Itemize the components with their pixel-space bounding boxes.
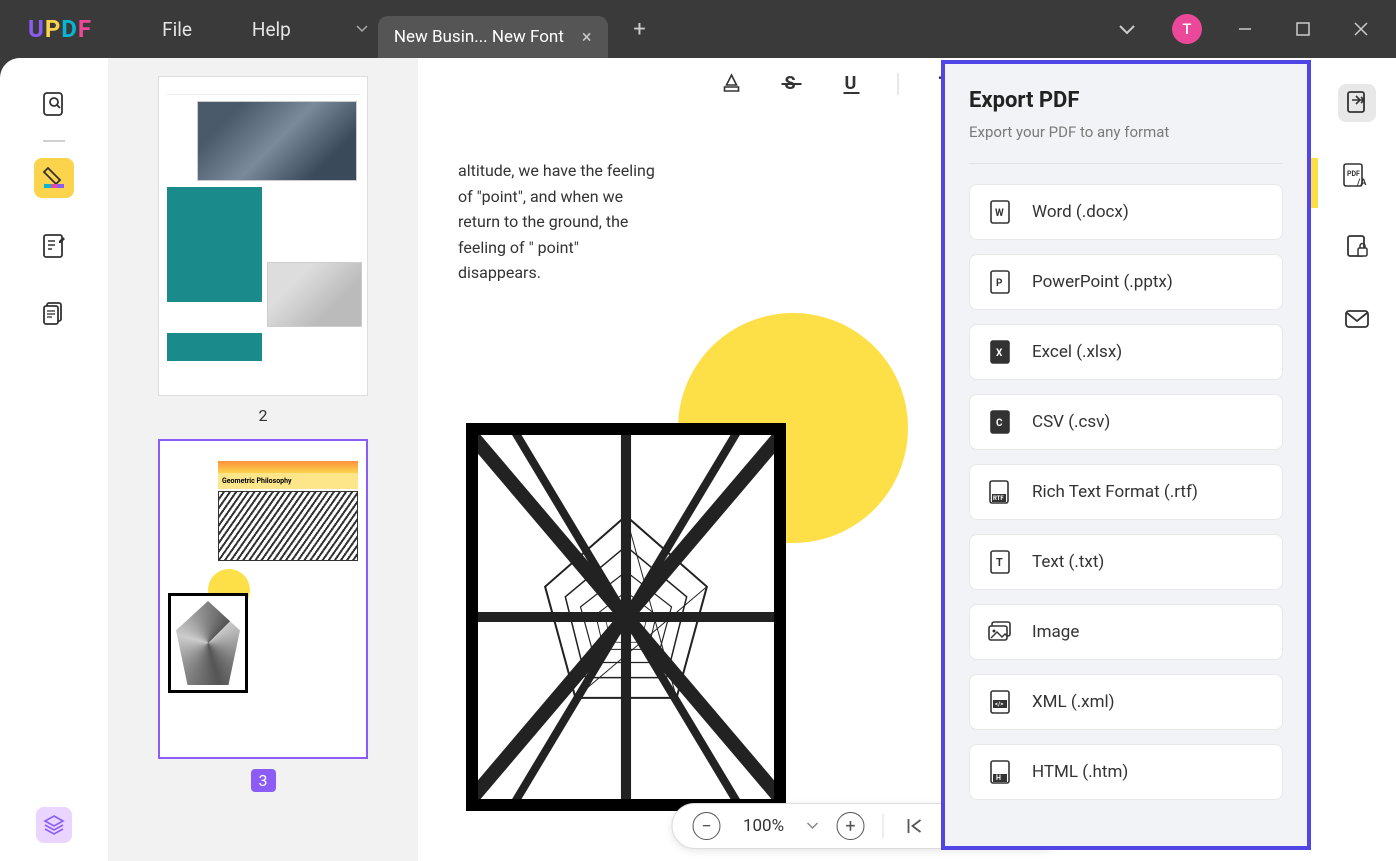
titlebar: UPDF File Help New Busin... New Font × +… [0, 0, 1396, 58]
svg-text:PDF: PDF [1347, 170, 1360, 178]
organize-tool[interactable] [34, 294, 74, 334]
strikethrough-tool-icon[interactable]: S [778, 70, 806, 98]
highlight-tool-icon[interactable] [718, 70, 746, 98]
export-subtitle: Export your PDF to any format [969, 123, 1283, 141]
thumbnail-page-3[interactable]: Geometric Philosophy [158, 439, 368, 759]
svg-text:C: C [996, 418, 1003, 429]
svg-text:</>: </> [995, 701, 1003, 708]
rtf-icon: RTF [988, 480, 1012, 504]
export-powerpoint[interactable]: P PowerPoint (.pptx) [969, 254, 1283, 310]
geometric-image [466, 423, 786, 811]
excel-icon: X [988, 340, 1012, 364]
left-toolbar [0, 58, 108, 861]
maximize-button[interactable] [1296, 22, 1318, 36]
powerpoint-icon: P [988, 270, 1012, 294]
tool-divider [43, 140, 65, 142]
tab-list-dropdown[interactable] [346, 9, 378, 49]
svg-text:/A: /A [1356, 178, 1367, 187]
svg-text:P: P [996, 278, 1003, 289]
export-button[interactable] [1338, 84, 1376, 122]
svg-text:H: H [996, 774, 1001, 782]
zoom-out-button[interactable]: − [693, 812, 721, 840]
export-csv[interactable]: C CSV (.csv) [969, 394, 1283, 450]
svg-text:W: W [995, 208, 1004, 219]
underline-tool-icon[interactable]: U [838, 70, 866, 98]
svg-text:T: T [996, 556, 1003, 569]
right-toolbar: PDF/A [1318, 58, 1396, 861]
export-image[interactable]: Image [969, 604, 1283, 660]
reader-tool[interactable] [34, 84, 74, 124]
thumbnail-number-selected: 3 [251, 769, 276, 792]
menu-help[interactable]: Help [252, 18, 291, 41]
export-format-list: W Word (.docx) P PowerPoint (.pptx) X Ex… [969, 184, 1283, 800]
export-word[interactable]: W Word (.docx) [969, 184, 1283, 240]
zoom-dropdown-icon[interactable] [807, 822, 819, 830]
close-button[interactable] [1354, 22, 1376, 36]
first-page-button[interactable] [902, 812, 930, 840]
tab-add-button[interactable]: + [622, 11, 658, 47]
toolbar-separator [898, 73, 899, 95]
export-xml[interactable]: </> XML (.xml) [969, 674, 1283, 730]
tab-close-button[interactable]: × [582, 27, 592, 48]
tab-active[interactable]: New Busin... New Font × [378, 16, 608, 58]
tab-title: New Busin... New Font [394, 27, 564, 47]
export-rtf[interactable]: RTF Rich Text Format (.rtf) [969, 464, 1283, 520]
zoom-percent[interactable]: 100% [739, 816, 789, 836]
thumbnail-page-2[interactable] [158, 76, 368, 396]
share-button[interactable] [1338, 300, 1376, 338]
minimize-button[interactable] [1238, 22, 1260, 36]
export-html[interactable]: H HTML (.htm) [969, 744, 1283, 800]
user-avatar[interactable]: T [1172, 14, 1202, 44]
tab-bar: New Busin... New Font × + [346, 0, 658, 58]
word-icon: W [988, 200, 1012, 224]
zoom-in-button[interactable]: + [837, 812, 865, 840]
html-icon: H [988, 760, 1012, 784]
svg-text:X: X [996, 348, 1003, 359]
text-icon: T [988, 550, 1012, 574]
export-excel[interactable]: X Excel (.xlsx) [969, 324, 1283, 380]
svg-text:RTF: RTF [993, 495, 1004, 502]
comment-tool[interactable] [34, 158, 74, 198]
app-logo: UPDF [28, 15, 92, 43]
svg-text:U: U [845, 73, 857, 94]
window-controls: T [1118, 14, 1376, 44]
document-body-text: altitude, we have the feeling of "point"… [458, 158, 658, 286]
main-menu: File Help [162, 18, 291, 41]
export-txt[interactable]: T Text (.txt) [969, 534, 1283, 590]
export-panel: Export PDF Export your PDF to any format… [941, 60, 1311, 850]
xml-icon: </> [988, 690, 1012, 714]
csv-icon: C [988, 410, 1012, 434]
menu-file[interactable]: File [162, 18, 192, 41]
edit-tool[interactable] [34, 226, 74, 266]
thumbnail-panel: 2 Geometric Philosophy 3 [108, 58, 418, 861]
protect-button[interactable] [1338, 228, 1376, 266]
layers-button[interactable] [36, 807, 72, 843]
chevron-down-icon[interactable] [1118, 24, 1136, 35]
thumbnail-number: 2 [259, 406, 268, 425]
image-icon [988, 620, 1012, 644]
export-title: Export PDF [969, 88, 1283, 113]
pdfa-button[interactable]: PDF/A [1338, 156, 1376, 194]
